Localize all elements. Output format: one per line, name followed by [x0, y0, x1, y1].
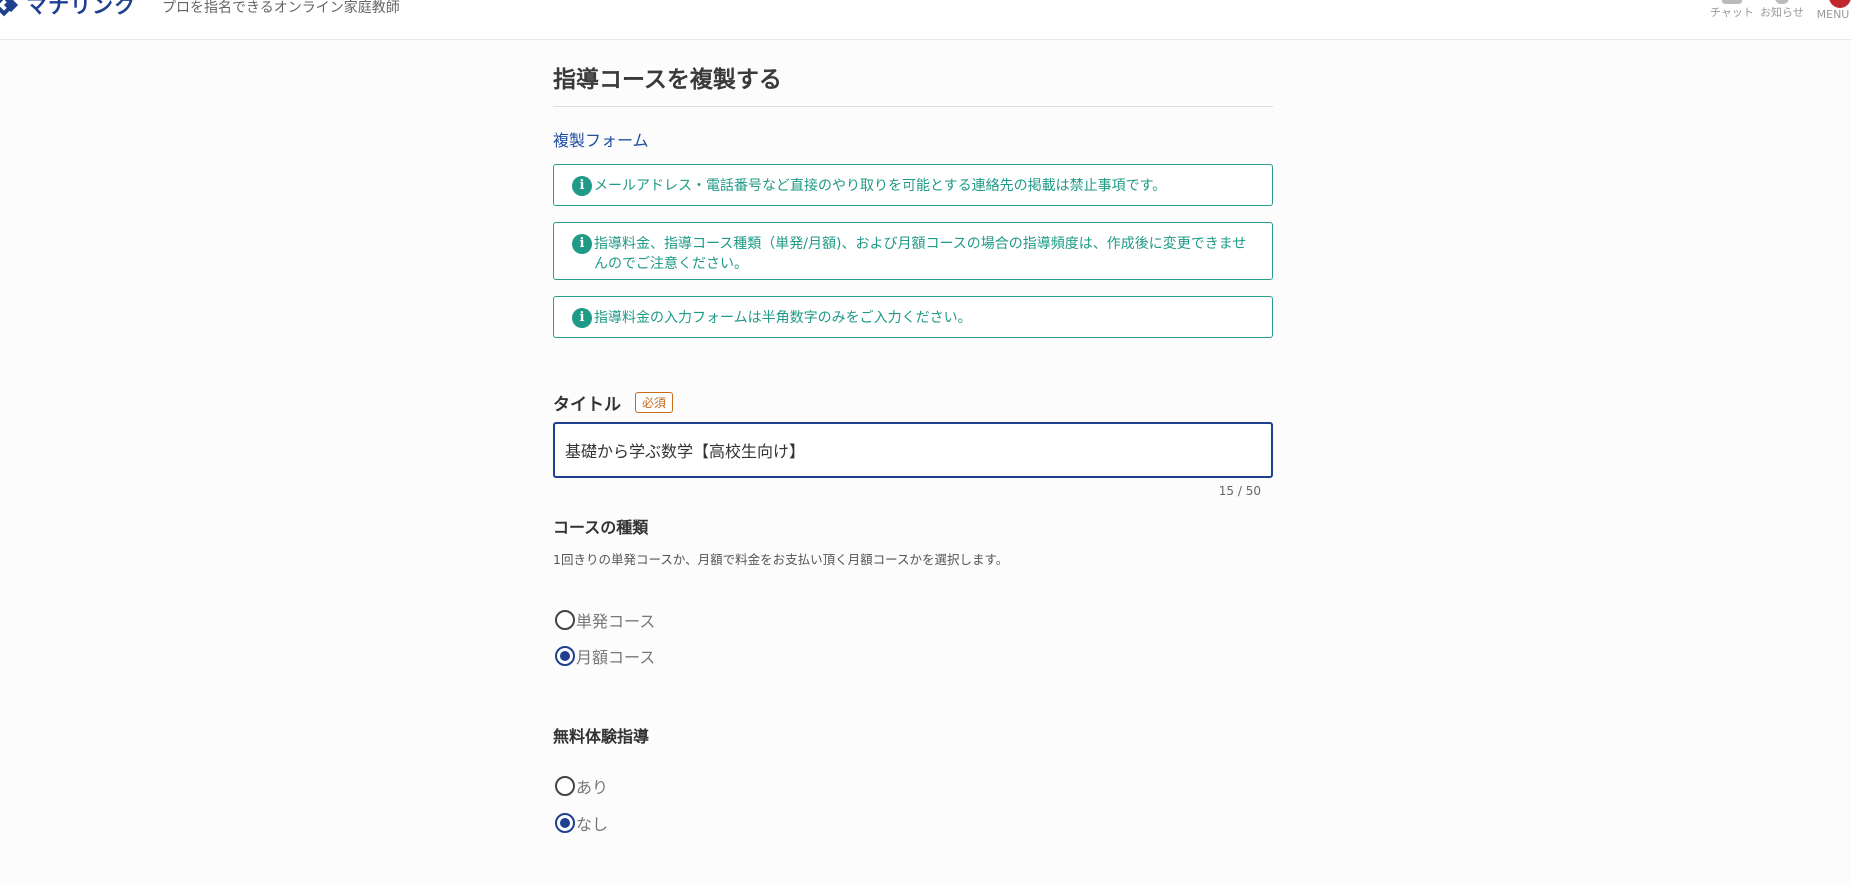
radio-trial-no[interactable]: なし	[555, 811, 608, 835]
chat-button[interactable]: チャット	[1710, 0, 1754, 20]
menu-label: MENU	[1816, 8, 1850, 21]
title-input[interactable]	[553, 422, 1273, 478]
char-counter: 15 / 50	[1218, 484, 1261, 498]
radio-circle[interactable]	[555, 813, 575, 833]
tagline: プロを指名できるオンライン家庭教師	[162, 0, 400, 16]
notice-text: 指導料金、指導コース種類（単発/月額)、および月額コースの場合の指導頻度は、作成…	[594, 236, 1247, 272]
title-field-label: タイトル 必須	[553, 390, 674, 415]
form-heading: 複製フォーム	[553, 131, 649, 150]
logo[interactable]: マナリンク	[0, 0, 136, 20]
logo-mark-icon	[0, 0, 20, 18]
radio-trial-yes[interactable]: あり	[555, 774, 608, 798]
notice-contact-info: i メールアドレス・電話番号など直接のやり取りを可能とする連絡先の掲載は禁止事項…	[553, 164, 1273, 206]
notifications-label: お知らせ	[1760, 6, 1804, 19]
notice-text: 指導料金の入力フォームは半角数字のみをご入力ください。	[594, 310, 972, 326]
radio-single-course[interactable]: 単発コース	[555, 608, 655, 632]
page-title: 指導コースを複製する	[553, 67, 782, 93]
radio-monthly-course[interactable]: 月額コース	[555, 644, 655, 668]
notice-no-change: i 指導料金、指導コース種類（単発/月額)、および月額コースの場合の指導頻度は、…	[553, 222, 1273, 280]
notice-text: メールアドレス・電話番号など直接のやり取りを可能とする連絡先の掲載は禁止事項です…	[594, 178, 1167, 194]
trial-label: 無料体験指導	[553, 727, 650, 746]
info-icon: i	[572, 234, 592, 254]
radio-label: あり	[576, 778, 609, 797]
avatar	[1829, 0, 1851, 8]
info-icon: i	[572, 308, 592, 328]
radio-label: 月額コース	[576, 648, 656, 667]
notifications-button[interactable]: お知らせ	[1760, 0, 1804, 20]
required-badge: 必須	[635, 392, 674, 413]
notice-half-width: i 指導料金の入力フォームは半角数字のみをご入力ください。	[553, 296, 1273, 338]
radio-label: なし	[576, 815, 609, 834]
logo-text: マナリンク	[26, 0, 136, 18]
info-icon: i	[572, 176, 592, 196]
radio-label: 単発コース	[576, 612, 656, 631]
site-header: マナリンク プロを指名できるオンライン家庭教師 チャット お知らせ MENU	[0, 0, 1851, 40]
radio-circle[interactable]	[555, 646, 575, 666]
chat-label: チャット	[1710, 6, 1754, 19]
title-divider	[553, 106, 1273, 107]
course-type-description: 1回きりの単発コースか、月額で料金をお支払い頂く月額コースかを選択します。	[553, 552, 1009, 567]
title-label: タイトル	[553, 395, 621, 415]
course-type-label: コースの種類	[553, 518, 649, 537]
radio-circle[interactable]	[555, 610, 575, 630]
menu-button[interactable]: MENU	[1815, 0, 1851, 21]
radio-circle[interactable]	[555, 776, 575, 796]
